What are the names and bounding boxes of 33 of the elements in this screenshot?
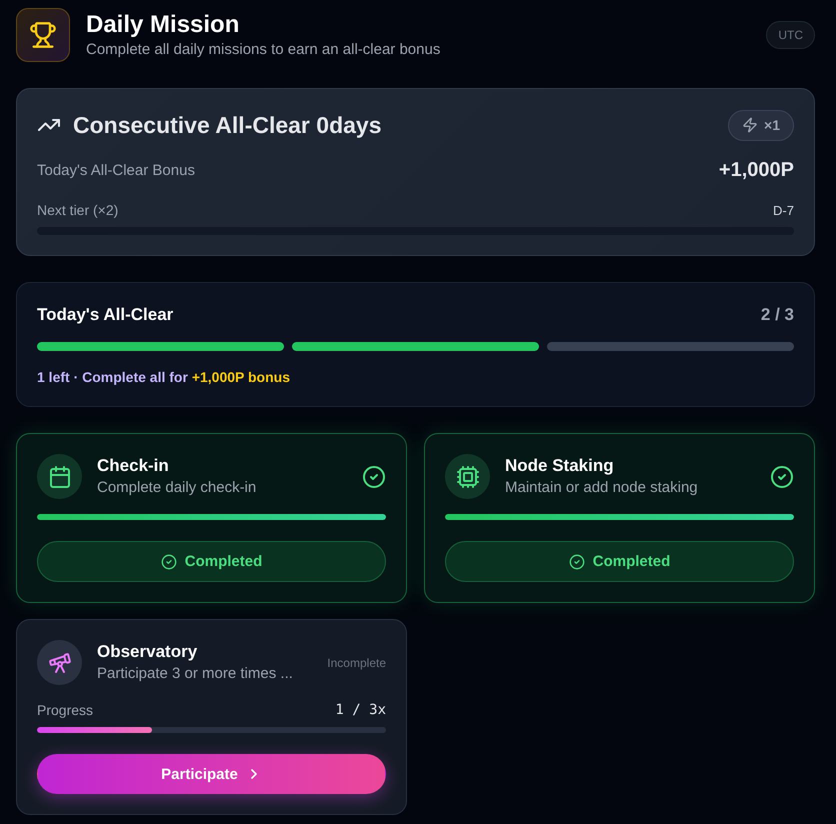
lightning-icon xyxy=(742,117,758,133)
mission-title: Node Staking xyxy=(505,455,615,477)
page-subtitle: Complete all daily missions to earn an all-clear bonus xyxy=(86,41,440,59)
mission-title: Observatory xyxy=(97,641,198,663)
mission-description: Maintain or add node staking xyxy=(505,478,699,498)
completed-button[interactable]: Completed xyxy=(445,541,794,582)
streak-title: Consecutive All-Clear 0days xyxy=(73,112,382,138)
check-circle-icon xyxy=(362,464,386,488)
mission-description: Participate 3 or more times ... xyxy=(97,664,294,684)
trophy-icon xyxy=(16,8,70,62)
bonus-label: Today's All-Clear Bonus xyxy=(37,162,195,178)
next-tier-value: D-7 xyxy=(773,202,794,218)
bonus-note: 1 left · Complete all for +1,000P bonus xyxy=(37,368,291,386)
mission-title: Check-in xyxy=(97,455,170,477)
participate-button[interactable]: Participate xyxy=(37,754,386,794)
mission-description: Complete daily check-in xyxy=(97,478,258,498)
check-circle-icon xyxy=(770,464,794,488)
all-clear-title: Today's All-Clear xyxy=(37,304,174,326)
completed-button[interactable]: Completed xyxy=(37,541,386,582)
calendar-icon xyxy=(37,454,82,499)
chip-icon xyxy=(445,454,490,499)
all-clear-count: 2 / 3 xyxy=(760,305,794,325)
timezone-badge: UTC xyxy=(766,21,815,49)
bonus-value: +1,000P xyxy=(718,158,794,182)
telescope-icon xyxy=(37,640,82,685)
multiplier-text: ×1 xyxy=(764,117,780,133)
progress-reading: 1 / 3x xyxy=(335,702,386,718)
next-tier-label: Next tier (×2) xyxy=(37,202,118,218)
page-title: Daily Mission xyxy=(86,11,240,39)
status-text: Incomplete xyxy=(327,656,386,670)
check-circle-icon xyxy=(160,554,177,570)
progress-label: Progress xyxy=(37,702,94,718)
check-circle-icon xyxy=(568,554,585,570)
